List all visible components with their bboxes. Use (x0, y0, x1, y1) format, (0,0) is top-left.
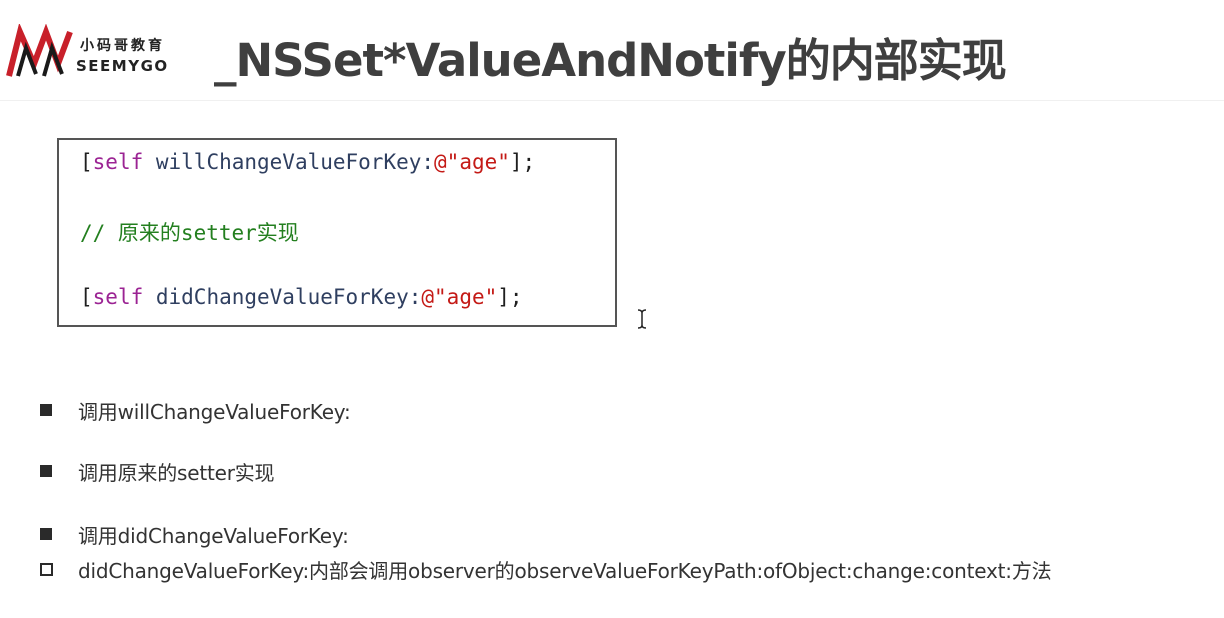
code-bracket: [ (80, 150, 93, 174)
code-block: [self willChangeValueForKey:@"age"]; // … (57, 138, 617, 327)
code-keyword-self: self (92, 150, 144, 174)
bullet-text: 调用didChangeValueForKey: (78, 524, 349, 548)
code-string: @"age" (434, 150, 510, 174)
bullet-square-icon (40, 404, 52, 416)
bullet-square-icon (40, 528, 52, 540)
bullet-text: didChangeValueForKey:内部会调用observer的obser… (78, 559, 1052, 583)
code-bracket: [ (80, 285, 93, 309)
page-title: _NSSet*ValueAndNotify的内部实现 (214, 34, 1007, 87)
bullet-square-icon (40, 465, 52, 477)
code-string: @"age" (421, 285, 498, 309)
code-method: didChangeValueForKey: (143, 285, 422, 309)
text-cursor-icon (637, 309, 647, 329)
slide-header: 小码哥教育 SEEMYGO _NSSet*ValueAndNotify的内部实现 (0, 0, 1224, 101)
logo-english-text: SEEMYGO (76, 57, 169, 75)
seemygo-logo: 小码哥教育 SEEMYGO (6, 24, 186, 80)
code-line-did-change: [self didChangeValueForKey:@"age"]; (80, 285, 523, 309)
code-keyword-self: self (92, 285, 144, 309)
code-method: willChangeValueForKey: (143, 150, 435, 174)
bullet-text: 调用willChangeValueForKey: (78, 400, 351, 424)
hollow-square-icon (40, 563, 53, 576)
code-bracket: ]; (497, 285, 523, 309)
bullet-text: 调用原来的setter实现 (78, 461, 275, 485)
logo-chinese-text: 小码哥教育 (80, 38, 165, 54)
seemygo-logo-icon (6, 24, 73, 77)
code-comment: // 原来的setter实现 (80, 221, 299, 245)
code-line-will-change: [self willChangeValueForKey:@"age"]; (80, 150, 535, 174)
code-bracket: ]; (509, 150, 536, 174)
